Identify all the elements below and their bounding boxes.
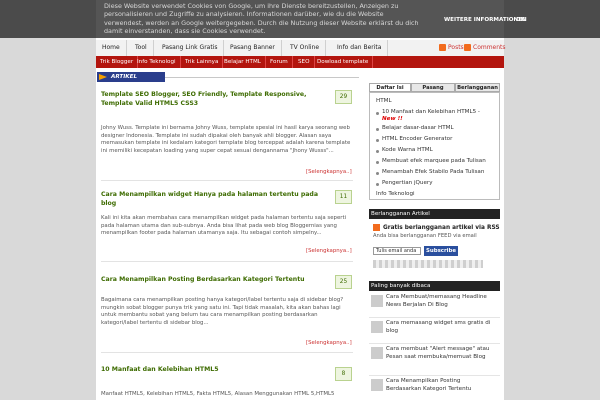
post-date-badge: 25	[335, 275, 352, 289]
read-more-link[interactable]: [Selengkapnya..]	[306, 248, 352, 254]
subnav-item-forum[interactable]: Forum	[266, 56, 293, 68]
post-separator	[101, 261, 353, 262]
cookie-banner: Diese Website verwendet Cookies von Goog…	[0, 0, 600, 38]
bullet-icon	[376, 172, 379, 175]
nav-item-tv-online[interactable]: TV Online	[284, 40, 327, 56]
rss-icon	[373, 224, 380, 231]
tab-berlangganan[interactable]: Berlangganan	[455, 83, 500, 92]
comments-feed-link[interactable]: Comments	[473, 40, 506, 56]
nav-item-pasang-banner[interactable]: Pasang Banner	[224, 40, 282, 56]
nav-item-pasang-link[interactable]: Pasang Link Gratis	[156, 40, 225, 56]
post-title[interactable]: Cara Menampilkan Posting Berdasarkan Kat…	[101, 275, 326, 284]
popular-post-link[interactable]: Cara Menampilkan Posting Berdasarkan Kat…	[386, 378, 496, 394]
bullet-icon	[376, 161, 379, 164]
nav-item-info-berita[interactable]: Info dan Berita	[331, 40, 389, 56]
list-item[interactable]: Cara membuat "Alert message" atau Pesan …	[369, 345, 500, 376]
email-field[interactable]	[373, 247, 421, 255]
toc-item[interactable]: Belajar dasar-dasar HTML	[382, 125, 454, 131]
toc-item[interactable]: Kode Warna HTML	[382, 147, 433, 153]
post-date-badge: 11	[335, 190, 352, 204]
post-date-badge: 8	[335, 367, 352, 381]
toc-category[interactable]: HTML	[376, 98, 392, 104]
post-title[interactable]: Cara Menampilkan widget Hanya pada halam…	[101, 190, 326, 208]
rss-icon	[464, 44, 471, 51]
post-separator	[101, 180, 353, 181]
toc-category[interactable]: Info Teknologi	[376, 191, 415, 197]
toc-item[interactable]: Menambah Efek Stabilo Pada Tulisan	[382, 169, 484, 175]
subnav-item-seo[interactable]: SEO	[294, 56, 315, 68]
table-of-contents: HTML 10 Manfaat dan Kelebihan HTML5 - Ne…	[369, 92, 500, 200]
toc-item[interactable]: 10 Manfaat dan Kelebihan HTML5 -	[382, 109, 480, 115]
subnav-item-info-teknologi[interactable]: Info Teknologi	[133, 56, 181, 68]
bullet-icon	[376, 112, 379, 115]
more-info-button[interactable]: WEITERE INFORMATIONEN	[444, 16, 527, 24]
ok-button[interactable]: OK	[516, 16, 525, 24]
nav-item-tool[interactable]: Tool	[129, 40, 154, 56]
section-divider	[165, 77, 359, 78]
post-date-badge: 29	[335, 90, 352, 104]
nav-item-home[interactable]: Home	[96, 40, 127, 56]
popular-posts: Cara Membuat/memasang Headline News Berj…	[369, 291, 500, 400]
popular-post-link[interactable]: Cara Membuat/memasang Headline News Berj…	[386, 294, 496, 310]
post-title[interactable]: 10 Manfaat dan Kelebihan HTML5	[101, 365, 326, 374]
post-separator	[101, 352, 353, 353]
toc-item[interactable]: Membuat efek marquee pada Tulisan	[382, 158, 486, 164]
cookie-message: Diese Website verwendet Cookies von Goog…	[104, 2, 419, 35]
sub-nav: Trik Blogger Info Teknologi Trik Lainnya…	[96, 56, 504, 68]
main-nav: Home Tool Pasang Link Gratis Pasang Bann…	[96, 40, 506, 57]
tab-pasang-banner[interactable]: Pasang Banner	[411, 83, 455, 100]
post-excerpt: Kali ini kita akan membahas cara menampi…	[101, 215, 347, 237]
toc-item[interactable]: Pengertian jQuery	[382, 180, 433, 186]
read-more-link[interactable]: [Selengkapnya..]	[306, 169, 352, 175]
subnav-item-download-template[interactable]: Dowload template	[313, 56, 374, 68]
list-item[interactable]: Cara Membuat/memasang Headline News Berj…	[369, 293, 500, 318]
post-excerpt: Bagaimana cara menampilkan posting hanya…	[101, 297, 344, 326]
thumbnail-image	[371, 379, 383, 391]
decorative-stripe	[373, 260, 483, 268]
thumbnail-image	[371, 321, 383, 333]
popular-post-link[interactable]: Cara membuat "Alert message" atau Pesan …	[386, 346, 496, 362]
thumbnail-image	[371, 295, 383, 307]
post-excerpt: Manfaat HTML5, Kelebihan HTML5, Fakta HT…	[101, 391, 335, 397]
read-more-link[interactable]: [Selengkapnya..]	[306, 340, 352, 346]
list-item[interactable]: Cara memasang widget sms gratis di blog	[369, 319, 500, 344]
subscribe-title: Gratis berlangganan artikel via RSS	[383, 225, 500, 231]
posts-feed-link[interactable]: Posts	[448, 40, 464, 56]
subnav-item-trik-blogger[interactable]: Trik Blogger	[96, 56, 139, 68]
popular-header: Paling banyak dibaca	[369, 281, 500, 291]
subscribe-desc: Anda bisa berlangganan FEED via email	[373, 233, 477, 239]
section-header-label: ARTIKEL TERBARU	[111, 74, 141, 90]
toc-item[interactable]: HTML Encoder Generator	[382, 136, 452, 142]
toc-item-label: 10 Manfaat dan Kelebihan HTML5 -	[382, 109, 480, 115]
subscribe-header: Berlangganan Artikel	[369, 209, 500, 219]
post-excerpt: Johny Wuss. Template ini bernama Johny W…	[101, 125, 351, 154]
bullet-icon	[376, 139, 379, 142]
thumbnail-image	[371, 347, 383, 359]
bullet-icon	[376, 128, 379, 131]
sidebar-tabs: Daftar Isi Pasang Banner Berlangganan	[369, 83, 500, 100]
arrow-icon	[99, 74, 107, 80]
list-item[interactable]: Cara Menampilkan Posting Berdasarkan Kat…	[369, 377, 500, 400]
subscribe-button[interactable]: Subscribe	[424, 246, 458, 256]
bullet-icon	[376, 150, 379, 153]
subnav-item-belajar-html[interactable]: Belajar HTML	[220, 56, 266, 68]
bullet-icon	[376, 183, 379, 186]
new-badge: New !!	[382, 116, 403, 122]
post-title[interactable]: Template SEO Blogger, SEO Friendly, Temp…	[101, 90, 326, 108]
popular-post-link[interactable]: Cara memasang widget sms gratis di blog	[386, 320, 496, 336]
tab-daftar-isi[interactable]: Daftar Isi	[369, 83, 411, 92]
subnav-item-trik-lainnya[interactable]: Trik Lainnya	[181, 56, 224, 68]
rss-icon	[439, 44, 446, 51]
section-header: ARTIKEL TERBARU	[97, 72, 165, 90]
